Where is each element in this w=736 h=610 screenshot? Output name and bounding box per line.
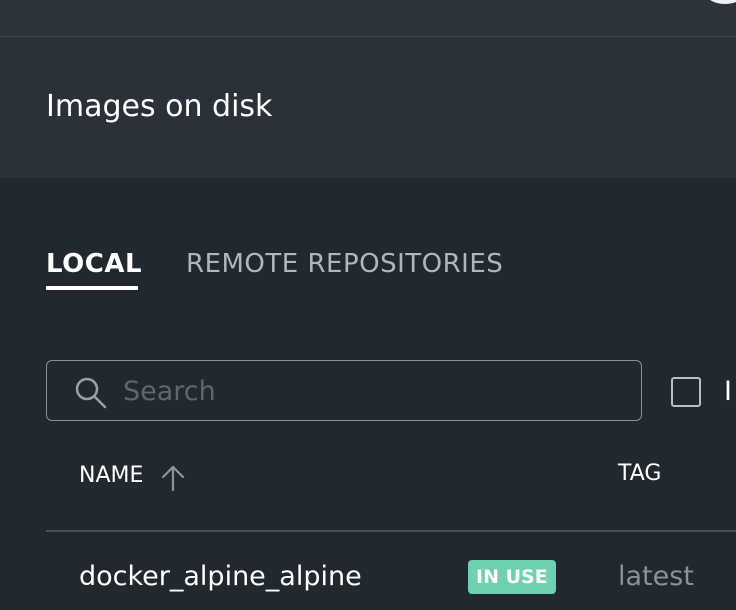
image-tag: latest bbox=[618, 561, 694, 592]
search-input[interactable] bbox=[121, 369, 625, 413]
image-name: docker_alpine_alpine bbox=[79, 561, 362, 592]
filter-checkbox-label: I bbox=[724, 376, 732, 407]
arrow-up-icon[interactable] bbox=[160, 464, 186, 492]
search-icon bbox=[75, 377, 107, 409]
page-title: Images on disk bbox=[46, 89, 273, 124]
column-header-tag[interactable]: TAG bbox=[618, 458, 661, 490]
tab-local-label: LOCAL bbox=[46, 249, 143, 279]
search-box[interactable] bbox=[46, 360, 642, 421]
active-tab-indicator bbox=[46, 286, 138, 290]
table-row[interactable]: docker_alpine_alpine IN USE latest bbox=[46, 532, 736, 610]
main-content: LOCAL REMOTE REPOSITORIES I NAME TAG doc… bbox=[0, 178, 736, 610]
tab-remote-repositories[interactable]: REMOTE REPOSITORIES bbox=[186, 244, 503, 284]
tab-local[interactable]: LOCAL bbox=[46, 244, 143, 290]
top-bar bbox=[0, 0, 736, 37]
status-badge: IN USE bbox=[468, 560, 556, 594]
column-header-name[interactable]: NAME bbox=[79, 460, 143, 492]
filter-checkbox[interactable] bbox=[671, 377, 701, 407]
page-header: Images on disk bbox=[0, 37, 736, 178]
avatar[interactable] bbox=[705, 0, 736, 4]
